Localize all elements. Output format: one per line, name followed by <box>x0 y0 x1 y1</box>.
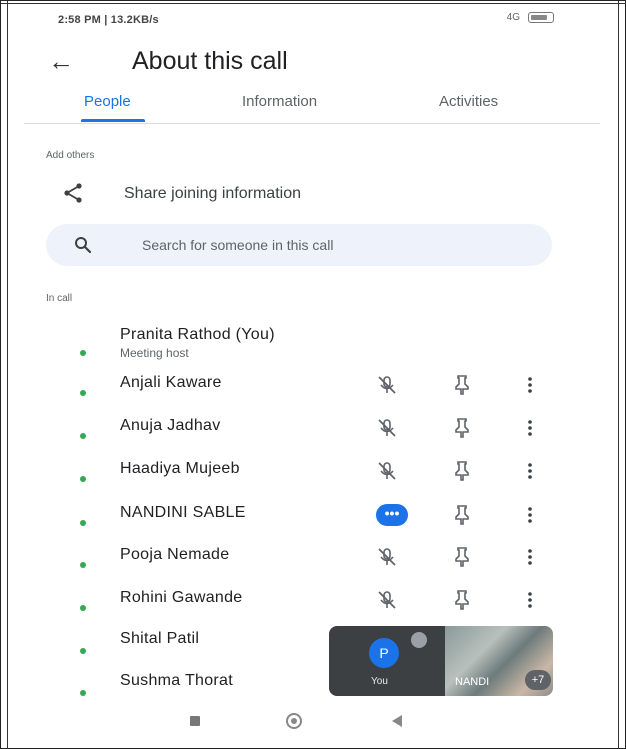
online-dot <box>80 520 86 526</box>
tab-activities[interactable]: Activities <box>439 92 498 112</box>
online-dot <box>80 476 86 482</box>
add-others-label: Add others <box>46 150 95 161</box>
participant-row[interactable]: Haadiya Mujeeb <box>24 456 600 496</box>
participant-row[interactable]: Anjali Kaware <box>24 370 600 410</box>
share-joining-info-label: Share joining information <box>124 185 301 202</box>
pin-icon[interactable] <box>452 546 472 568</box>
pip-self-label: You <box>371 676 388 687</box>
participant-row[interactable]: Pranita Rathod (You) Meeting host <box>24 324 600 364</box>
online-dot <box>80 605 86 611</box>
participant-name: Anjali Kaware <box>120 374 222 391</box>
participant-name: NANDINI SABLE <box>120 504 246 521</box>
share-icon <box>64 183 82 203</box>
avatar: P <box>369 638 399 668</box>
back-triangle-icon[interactable] <box>392 715 402 727</box>
online-dot <box>80 433 86 439</box>
frame-right-line <box>618 1 619 749</box>
mic-off-icon[interactable] <box>376 374 398 396</box>
pip-self-tile[interactable]: P You <box>329 626 445 696</box>
tab-information[interactable]: Information <box>242 92 317 112</box>
system-nav-bar <box>24 704 600 745</box>
participant-name: Pranita Rathod (You) <box>120 326 275 343</box>
mute-indicator-icon <box>411 632 427 648</box>
back-arrow-icon[interactable]: ← <box>48 46 74 76</box>
active-tab-indicator <box>81 119 145 122</box>
tab-bar: People Information Activities <box>24 84 600 124</box>
more-options-icon[interactable] <box>524 460 536 482</box>
search-input[interactable] <box>142 234 532 256</box>
participant-name: Anuja Jadhav <box>120 417 221 434</box>
share-joining-info-row[interactable]: Share joining information <box>24 176 600 212</box>
status-time: 2:58 PM | 13.2KB/s <box>58 14 159 26</box>
search-icon <box>75 237 92 254</box>
mic-off-icon[interactable] <box>376 546 398 568</box>
participant-row[interactable]: Anuja Jadhav <box>24 413 600 453</box>
pin-icon[interactable] <box>452 417 472 439</box>
participant-row[interactable]: Rohini Gawande <box>24 585 600 625</box>
pin-icon[interactable] <box>452 460 472 482</box>
pip-participant-label: NANDI <box>455 676 490 688</box>
home-icon[interactable] <box>286 713 302 729</box>
participant-name: Shital Patil <box>120 630 200 647</box>
more-options-icon[interactable] <box>524 589 536 611</box>
participant-name: Rohini Gawande <box>120 589 243 606</box>
pip-video-overlay[interactable]: P You NANDI +7 <box>329 626 553 696</box>
pip-participant-tile[interactable]: NANDI +7 <box>445 626 553 696</box>
online-dot <box>80 690 86 696</box>
mic-off-icon[interactable] <box>376 417 398 439</box>
online-dot <box>80 350 86 356</box>
participant-role: Meeting host <box>120 346 189 360</box>
frame-left-line <box>7 1 8 749</box>
participant-row[interactable]: Pooja Nemade <box>24 542 600 582</box>
online-dot <box>80 390 86 396</box>
signal-indicator: 4G <box>506 12 520 23</box>
tab-people[interactable]: People <box>84 92 131 112</box>
participant-name: Sushma Thorat <box>120 672 233 689</box>
phone-screen: 2:58 PM | 13.2KB/s 4G ← About this call … <box>24 4 600 745</box>
pin-icon[interactable] <box>452 504 472 526</box>
battery-icon <box>528 12 554 23</box>
status-bar: 2:58 PM | 13.2KB/s 4G <box>24 4 600 34</box>
mic-off-icon[interactable] <box>376 460 398 482</box>
more-options-icon[interactable] <box>524 504 536 526</box>
participant-name: Pooja Nemade <box>120 546 230 563</box>
online-dot <box>80 562 86 568</box>
pin-icon[interactable] <box>452 374 472 396</box>
participant-row[interactable]: NANDINI SABLE ••• <box>24 500 600 540</box>
in-call-label: In call <box>46 293 73 304</box>
pin-icon[interactable] <box>452 589 472 611</box>
more-options-icon[interactable] <box>524 417 536 439</box>
pip-more-count: +7 <box>525 670 551 690</box>
header: ← About this call <box>24 40 600 84</box>
speaking-indicator: ••• <box>376 504 408 526</box>
status-icons: 4G <box>507 12 554 23</box>
mic-off-icon[interactable] <box>376 589 398 611</box>
more-options-icon[interactable] <box>524 374 536 396</box>
online-dot <box>80 648 86 654</box>
more-options-icon[interactable] <box>524 546 536 568</box>
recent-apps-icon[interactable] <box>190 716 200 726</box>
page-title: About this call <box>132 47 288 75</box>
search-bar[interactable] <box>46 224 552 266</box>
participant-name: Haadiya Mujeeb <box>120 460 240 477</box>
